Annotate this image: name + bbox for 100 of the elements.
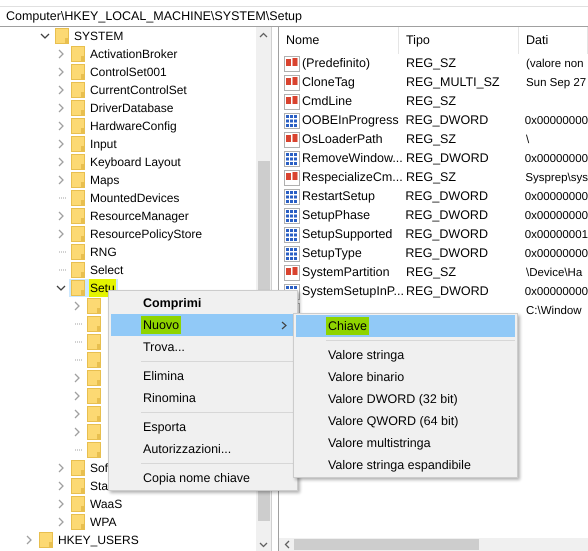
- tree-item[interactable]: Input: [69, 135, 120, 153]
- menu-item[interactable]: Elimina: [111, 365, 295, 387]
- tree-item-label: MountedDevices: [89, 190, 180, 207]
- expand-chevron-icon[interactable]: [73, 427, 81, 437]
- expand-chevron-icon[interactable]: [57, 103, 65, 113]
- expand-chevron-icon[interactable]: [57, 499, 65, 509]
- table-cell: (valore non: [526, 58, 584, 70]
- expand-chevron-icon[interactable]: [57, 517, 65, 527]
- address-bar[interactable]: Computer\HKEY_LOCAL_MACHINE\SYSTEM\Setup: [0, 7, 588, 27]
- expand-chevron-icon[interactable]: [57, 85, 65, 95]
- folder-icon: [87, 370, 101, 386]
- expand-chevron-icon[interactable]: [73, 301, 81, 311]
- menu-item[interactable]: Valore multistringa: [296, 432, 515, 454]
- expand-chevron-icon[interactable]: [57, 481, 65, 491]
- folder-icon: [55, 28, 69, 44]
- folder-icon: [71, 118, 85, 134]
- scroll-up-icon[interactable]: [259, 32, 268, 38]
- column-header[interactable]: Tipo: [399, 27, 519, 54]
- tree-item[interactable]: Sof: [69, 459, 112, 477]
- string-value-icon: [284, 170, 300, 186]
- tree-item[interactable]: CurrentControlSet: [69, 81, 190, 99]
- expand-chevron-icon[interactable]: [57, 175, 65, 185]
- expand-chevron-icon[interactable]: [73, 409, 81, 419]
- expand-chevron-icon[interactable]: [25, 535, 33, 545]
- expand-chevron-icon[interactable]: [57, 211, 65, 221]
- tree-item[interactable]: ControlSet001: [69, 63, 170, 81]
- tree-item[interactable]: Keyboard Layout: [69, 153, 184, 171]
- menu-item-label: Valore DWORD (32 bit): [327, 390, 459, 408]
- folder-icon: [87, 424, 101, 440]
- tree-item[interactable]: [85, 369, 103, 387]
- tree-item[interactable]: [85, 387, 103, 405]
- tree-item[interactable]: WaaS: [69, 495, 126, 513]
- menu-item[interactable]: Valore stringa: [296, 344, 515, 366]
- menu-item-label: Trova...: [142, 338, 186, 356]
- tree-item[interactable]: RNG: [69, 243, 120, 261]
- menu-item[interactable]: Valore QWORD (64 bit): [296, 410, 515, 432]
- tree-item[interactable]: [85, 333, 103, 351]
- expand-chevron-icon[interactable]: [57, 229, 65, 239]
- menu-item[interactable]: Valore binario: [296, 366, 515, 388]
- expand-chevron-icon[interactable]: [73, 391, 81, 401]
- expand-chevron-icon[interactable]: [57, 157, 65, 167]
- menu-item-label: Valore stringa espandibile: [327, 456, 472, 474]
- menu-item[interactable]: Copia nome chiave: [111, 467, 295, 489]
- menu-item[interactable]: Valore stringa espandibile: [296, 454, 515, 476]
- expand-chevron-icon[interactable]: [57, 49, 65, 59]
- menu-item[interactable]: Valore DWORD (32 bit): [296, 388, 515, 410]
- scroll-down-icon[interactable]: [259, 542, 268, 548]
- folder-icon: [71, 64, 85, 80]
- tree-item[interactable]: Select: [69, 261, 126, 279]
- tree-item[interactable]: ResourcePolicyStore: [69, 225, 206, 243]
- table-cell: Sun Sep 27: [526, 76, 586, 89]
- tree-item[interactable]: DriverDatabase: [69, 99, 176, 117]
- table-cell: 0x00000000: [524, 114, 588, 127]
- tree-item[interactable]: [85, 315, 103, 333]
- table-cell-text: RemoveWindow...: [302, 150, 403, 168]
- folder-icon: [71, 496, 85, 512]
- folder-icon: [71, 208, 85, 224]
- tree-item[interactable]: ActivationBroker: [69, 45, 180, 63]
- collapse-chevron-icon[interactable]: [40, 32, 50, 40]
- table-cell: REG_MULTI_SZ: [406, 75, 500, 90]
- collapse-chevron-icon[interactable]: [56, 284, 66, 292]
- tree-item[interactable]: Sta: [69, 477, 112, 495]
- menu-item[interactable]: Nuovo: [111, 314, 295, 336]
- tree-item[interactable]: [85, 405, 103, 423]
- tree-item[interactable]: Maps: [69, 171, 122, 189]
- tree-item[interactable]: ResourceManager: [69, 207, 192, 225]
- horizontal-scrollbar[interactable]: [279, 538, 588, 551]
- binary-value-icon: [284, 188, 300, 204]
- table-cell-text: CloneTag: [302, 74, 355, 92]
- tree-item[interactable]: MountedDevices: [69, 189, 182, 207]
- table-cell: REG_SZ: [406, 132, 456, 146]
- tree-item[interactable]: [85, 297, 103, 315]
- column-header[interactable]: Nome: [279, 27, 399, 54]
- tree-item[interactable]: WPA: [69, 513, 120, 531]
- tree-item[interactable]: HardwareConfig: [69, 117, 180, 135]
- tree-item[interactable]: [85, 423, 103, 441]
- menu-item-label: Copia nome chiave: [142, 470, 252, 487]
- tree-item[interactable]: [85, 351, 103, 369]
- folder-icon: [87, 352, 101, 368]
- expand-chevron-icon[interactable]: [73, 373, 81, 383]
- scroll-left-icon[interactable]: [284, 540, 290, 549]
- table-cell: 0x00000000: [524, 152, 588, 165]
- tree-item[interactable]: [85, 441, 103, 459]
- menu-item[interactable]: Rinomina: [111, 387, 295, 409]
- expand-chevron-icon[interactable]: [57, 139, 65, 149]
- menu-item[interactable]: Autorizzazioni...: [111, 438, 295, 460]
- tree-item[interactable]: HKEY_USERS: [37, 531, 142, 549]
- menu-item[interactable]: Esporta: [111, 416, 295, 438]
- column-header[interactable]: Dati: [519, 27, 588, 54]
- menu-item-label: Autorizzazioni...: [142, 440, 232, 458]
- expand-chevron-icon[interactable]: [57, 121, 65, 131]
- scroll-thumb[interactable]: [294, 539, 479, 550]
- menu-item[interactable]: Chiave: [296, 315, 515, 337]
- table-cell: REG_DWORD: [405, 189, 488, 204]
- expand-chevron-icon[interactable]: [57, 67, 65, 77]
- menu-item[interactable]: Trova...: [111, 336, 295, 358]
- tree-item-label: Maps: [89, 172, 120, 189]
- expand-chevron-icon[interactable]: [57, 463, 65, 473]
- tree-item[interactable]: SYSTEM: [53, 27, 126, 45]
- table-cell: \Device\Ha: [526, 266, 582, 279]
